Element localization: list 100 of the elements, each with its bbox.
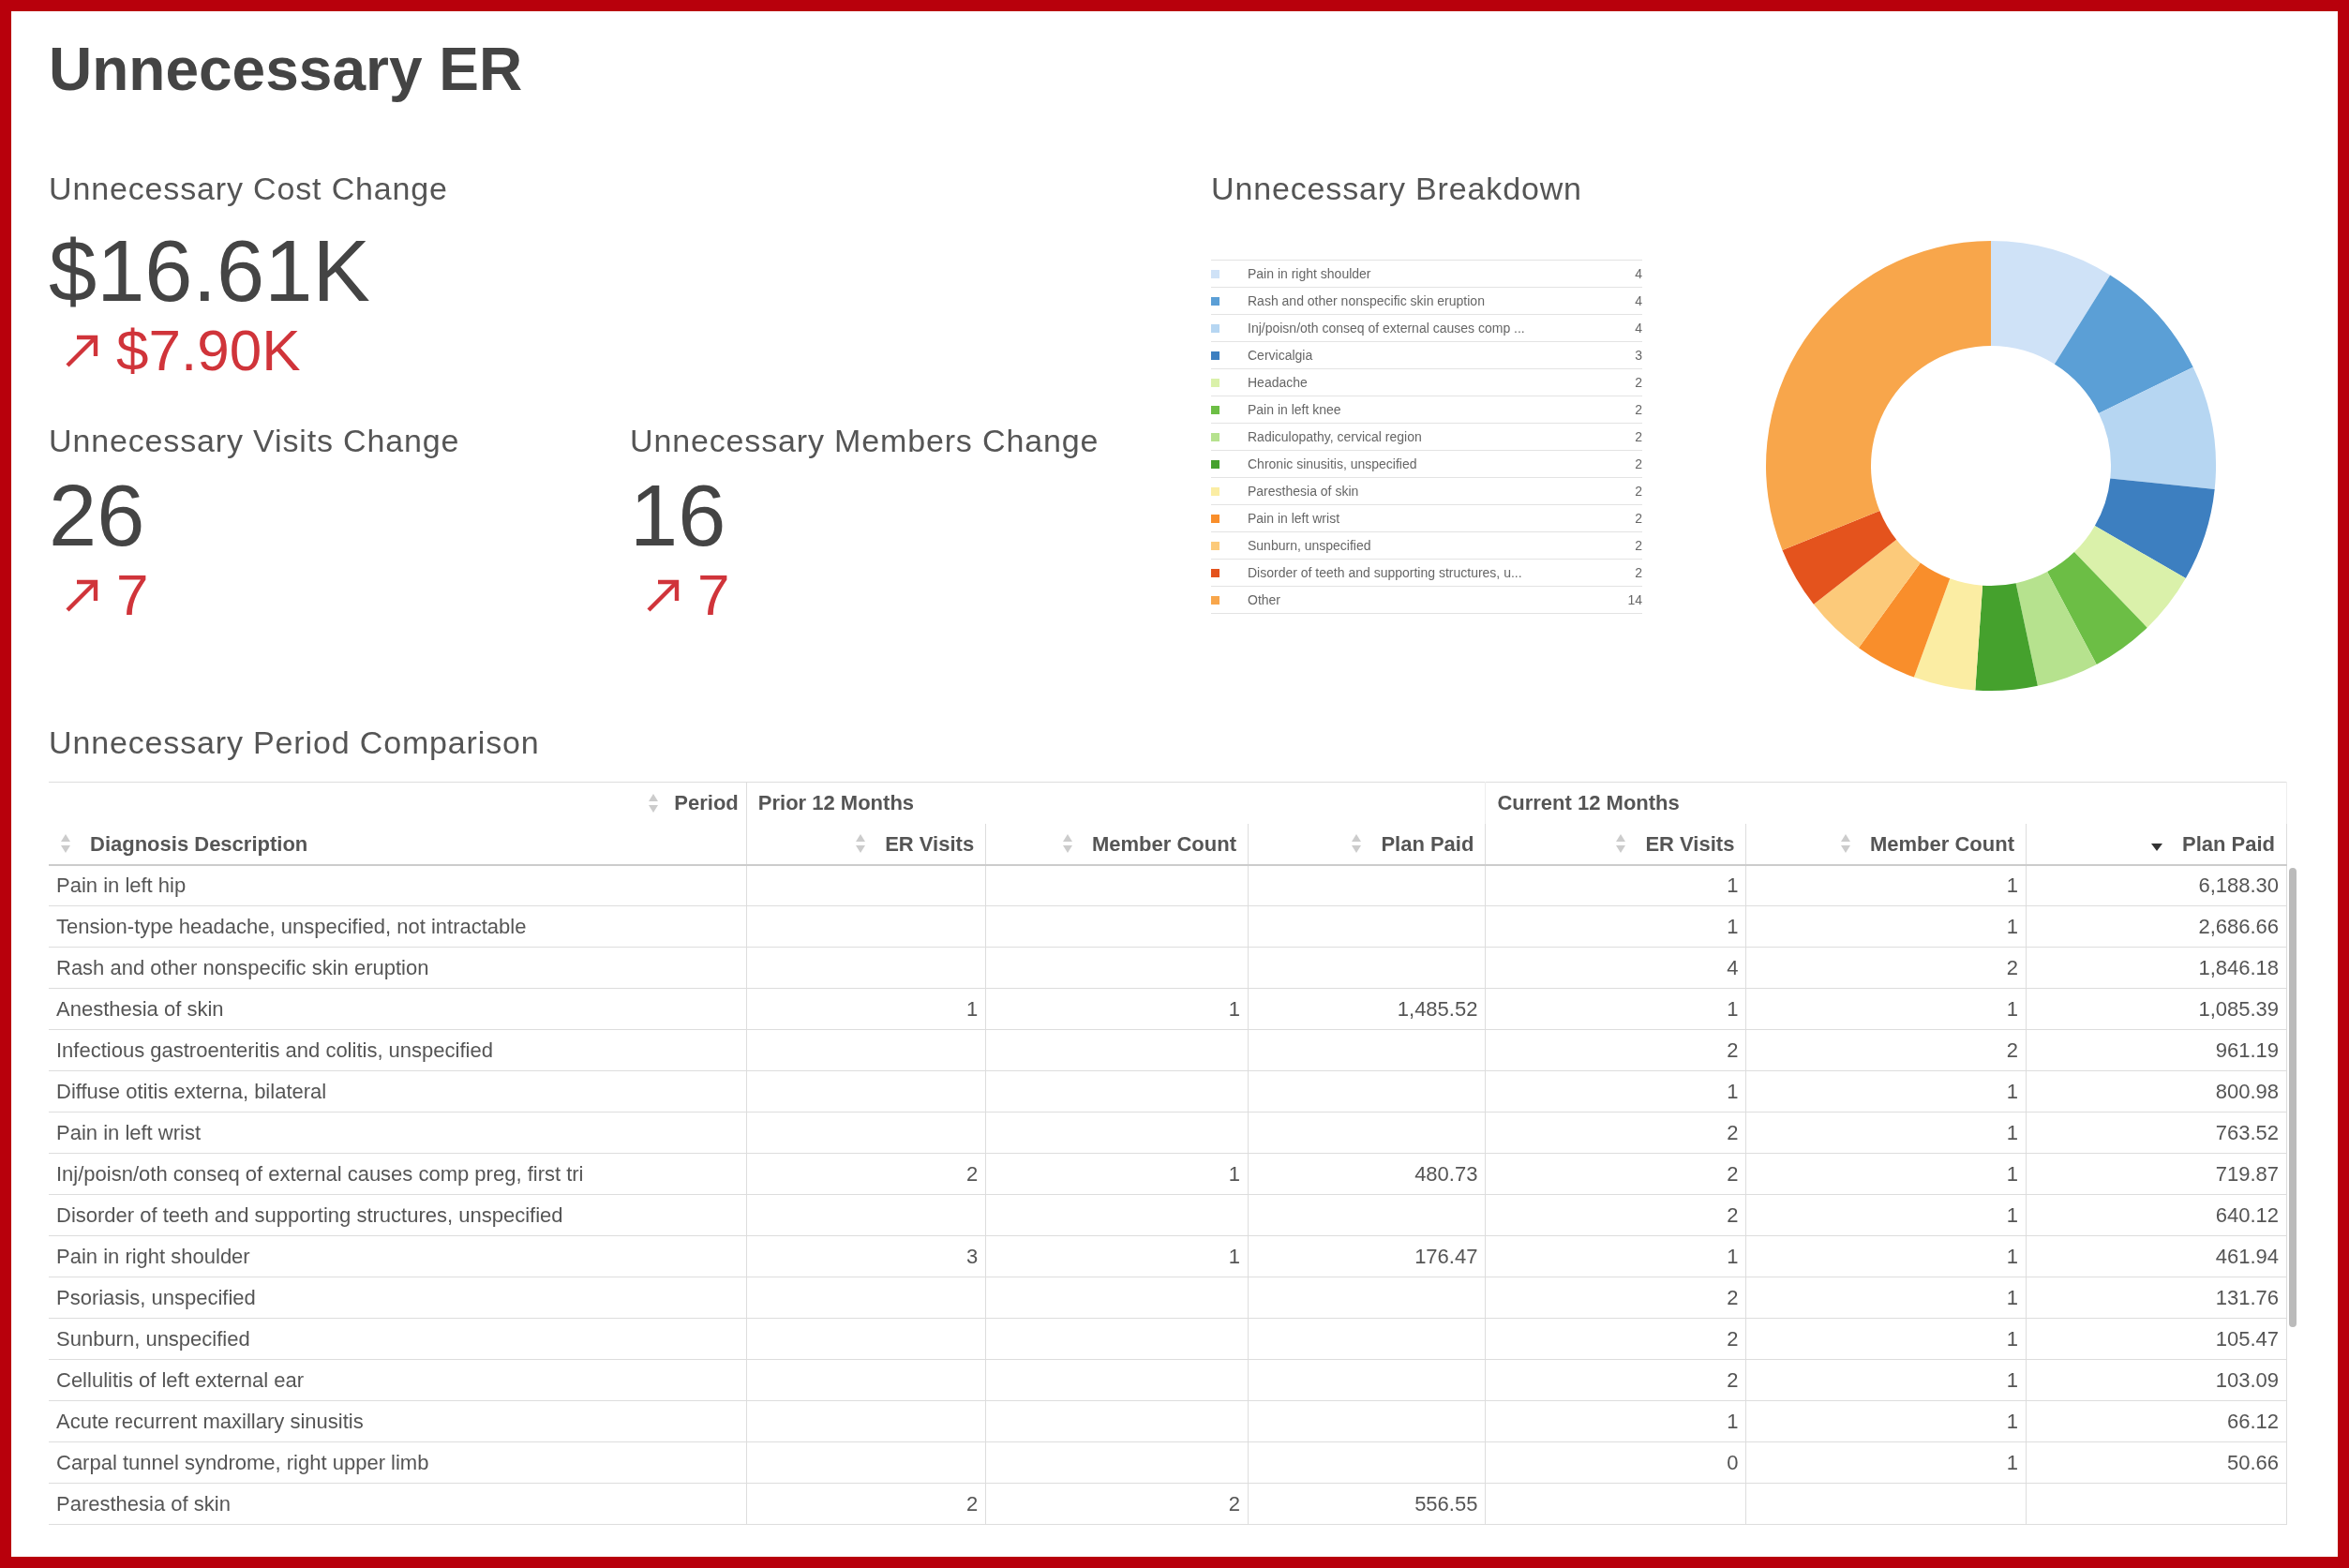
- legend-label: Sunburn, unspecified: [1248, 536, 1372, 555]
- table-cell: Paresthesia of skin: [56, 1492, 231, 1516]
- table-cell: 2,686.66: [2198, 915, 2280, 938]
- table-cell: Pain in right shoulder: [56, 1245, 250, 1268]
- legend-value: 2: [1634, 509, 1642, 528]
- table-cell: 2: [2006, 956, 2018, 979]
- table-cell: Inj/poisn/oth conseq of external causes comp preg, first tri: [56, 1162, 584, 1186]
- legend-label: Radiculopathy, cervical region: [1248, 427, 1423, 446]
- table-cell: 1: [1228, 1162, 1240, 1186]
- table-cell: 50.66: [2227, 1451, 2280, 1474]
- table-cell: 1: [2006, 1203, 2018, 1227]
- table-cell: 1: [1727, 1245, 1739, 1268]
- kpi-value: $16.61K: [49, 228, 371, 314]
- table-cell: 2: [2006, 1038, 2018, 1062]
- table-cell: Acute recurrent maxillary sinusitis: [56, 1410, 364, 1433]
- table-cell: 1: [1228, 1245, 1240, 1268]
- table-cell: 1: [2006, 1121, 2018, 1144]
- column-header[interactable]: Plan Paid: [1381, 828, 1474, 859]
- legend-value: 2: [1634, 455, 1642, 473]
- kpi-title: Unnecessary Visits Change: [49, 422, 461, 460]
- legend-value: 2: [1634, 536, 1642, 555]
- table-cell: 1,485.52: [1397, 997, 1478, 1021]
- table-cell: Carpal tunnel syndrome, right upper limb: [56, 1451, 429, 1474]
- table-cell: 800.98: [2215, 1080, 2280, 1103]
- donut-slice[interactable]: [2047, 552, 2147, 665]
- table-cell: 1: [2006, 997, 2018, 1021]
- sort-icon[interactable]: [1062, 832, 1073, 855]
- table-cell: 2: [1727, 1162, 1739, 1186]
- table-cell: 2: [1727, 1203, 1739, 1227]
- legend-value: 4: [1634, 291, 1642, 310]
- table-cell: Disorder of teeth and supporting structures, unspecified: [56, 1203, 563, 1227]
- table-cell: 6,188.30: [2198, 874, 2280, 898]
- table-cell: 640.12: [2215, 1203, 2280, 1227]
- table-cell: 103.09: [2215, 1368, 2280, 1392]
- table-cell: Diffuse otitis externa, bilateral: [56, 1080, 327, 1103]
- column-header[interactable]: ER Visits: [885, 828, 975, 859]
- table-cell: Psoriasis, unspecified: [56, 1286, 256, 1309]
- kpi-title: Unnecessary Members Change: [630, 422, 1100, 460]
- donut-slice[interactable]: [2073, 526, 2186, 628]
- donut-slice[interactable]: [2054, 275, 2193, 413]
- legend-label: Pain in left knee: [1248, 400, 1342, 419]
- table-cell: 176.47: [1414, 1245, 1478, 1268]
- column-group-header: Current 12 Months: [1497, 791, 1680, 815]
- kpi-change: 7: [116, 566, 149, 624]
- table-cell: 1: [1727, 874, 1739, 898]
- table-cell: Tension-type headache, unspecified, not intractable: [56, 915, 527, 938]
- table-cell: 4: [1727, 956, 1739, 979]
- legend-value: 2: [1634, 400, 1642, 419]
- legend-value: 2: [1634, 563, 1642, 582]
- legend-label: Cervicalgia: [1248, 346, 1314, 365]
- table-cell: 1: [2006, 1410, 2018, 1433]
- column-header[interactable]: ER Visits: [1645, 828, 1735, 859]
- legend-label: Rash and other nonspecific skin eruption: [1248, 291, 1486, 310]
- donut-slice[interactable]: [2015, 572, 2097, 686]
- sort-icon[interactable]: [1351, 832, 1363, 855]
- table-cell: 2: [1727, 1327, 1739, 1351]
- sort-icon[interactable]: [1839, 832, 1851, 855]
- donut-slice[interactable]: [1858, 562, 1951, 678]
- table-cell: 961.19: [2215, 1038, 2280, 1062]
- donut-slice[interactable]: [1991, 241, 2111, 365]
- table-cell: Cellulitis of left external ear: [56, 1368, 305, 1392]
- legend-label: Other: [1248, 590, 1281, 609]
- column-header[interactable]: Plan Paid: [2182, 828, 2276, 859]
- column-header[interactable]: Diagnosis Description: [90, 828, 308, 859]
- table-cell: 1: [1727, 997, 1739, 1021]
- legend-label: Headache: [1248, 373, 1309, 392]
- legend-value: 2: [1634, 427, 1642, 446]
- donut-slice[interactable]: [1975, 583, 2038, 691]
- legend-value: 4: [1634, 264, 1642, 283]
- column-header[interactable]: Member Count: [1092, 828, 1236, 859]
- legend-label: Pain in right shoulder: [1248, 264, 1372, 283]
- donut-slice[interactable]: [1913, 578, 1983, 691]
- table-cell: 719.87: [2215, 1162, 2280, 1186]
- donut-slice[interactable]: [1813, 539, 1921, 649]
- table-cell: 66.12: [2227, 1410, 2280, 1433]
- legend-label: Chronic sinusitis, unspecified: [1248, 455, 1418, 473]
- table-cell: Anesthesia of skin: [56, 997, 224, 1021]
- donut-slice[interactable]: [2094, 478, 2215, 578]
- sort-icon[interactable]: [855, 832, 867, 855]
- kpi-change: $7.90K: [116, 321, 301, 380]
- donut-slice[interactable]: [1782, 510, 1897, 605]
- table-cell: 1,085.39: [2198, 997, 2280, 1021]
- legend-value: 4: [1634, 319, 1642, 337]
- donut-slice[interactable]: [2099, 366, 2216, 490]
- table-cell: 1: [1727, 1410, 1739, 1433]
- table-cell: Rash and other nonspecific skin eruption: [56, 956, 429, 979]
- table-cell: Infectious gastroenteritis and colitis, unspecified: [56, 1038, 493, 1062]
- sort-icon[interactable]: [1615, 832, 1627, 855]
- table-cell: 1: [2006, 1286, 2018, 1309]
- sort-descending-icon[interactable]: [2150, 843, 2163, 852]
- table-cell: 2: [1228, 1492, 1240, 1516]
- table-cell: 2: [1727, 1368, 1739, 1392]
- kpi-title: Unnecessary Cost Change: [49, 170, 449, 208]
- donut-slice[interactable]: [1766, 241, 1991, 550]
- column-header[interactable]: Member Count: [1869, 828, 2014, 859]
- sort-icon[interactable]: [60, 832, 71, 855]
- table-cell: 2: [1727, 1038, 1739, 1062]
- table-cell: 1: [2006, 1368, 2018, 1392]
- column-header[interactable]: Period: [674, 787, 739, 819]
- scrollbar[interactable]: [2289, 868, 2297, 1327]
